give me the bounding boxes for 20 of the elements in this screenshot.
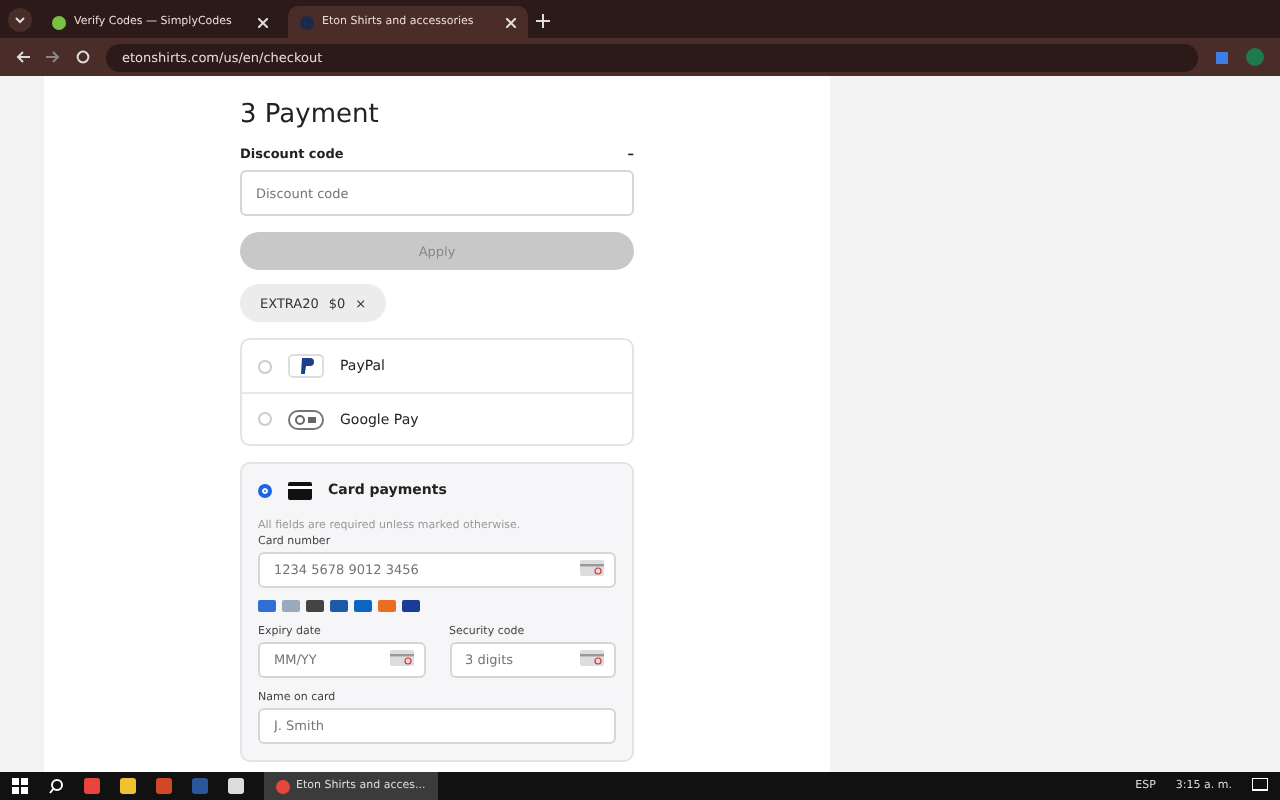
close-icon[interactable]: [506, 17, 516, 27]
forward-icon[interactable]: [46, 50, 60, 64]
site-icon: [52, 15, 66, 29]
credit-card-icon: [288, 481, 312, 499]
card-icon: [580, 560, 604, 576]
card-icon: [389, 650, 413, 666]
close-icon[interactable]: [258, 17, 268, 27]
tab-list-icon[interactable]: [8, 8, 32, 32]
notification-icon[interactable]: [1252, 778, 1268, 794]
browser-icon: [276, 779, 290, 793]
card-icon: [580, 650, 604, 666]
paypal-logo-icon: [288, 354, 324, 378]
back-icon[interactable]: [16, 50, 30, 64]
radio-button[interactable]: [258, 483, 272, 497]
search-icon[interactable]: [48, 778, 64, 794]
section-heading: 3 Payment: [240, 100, 381, 130]
site-icon: [300, 15, 314, 29]
start-icon[interactable]: [12, 778, 28, 794]
extension-icon[interactable]: [1214, 49, 1230, 65]
new-tab-icon[interactable]: [536, 14, 550, 28]
